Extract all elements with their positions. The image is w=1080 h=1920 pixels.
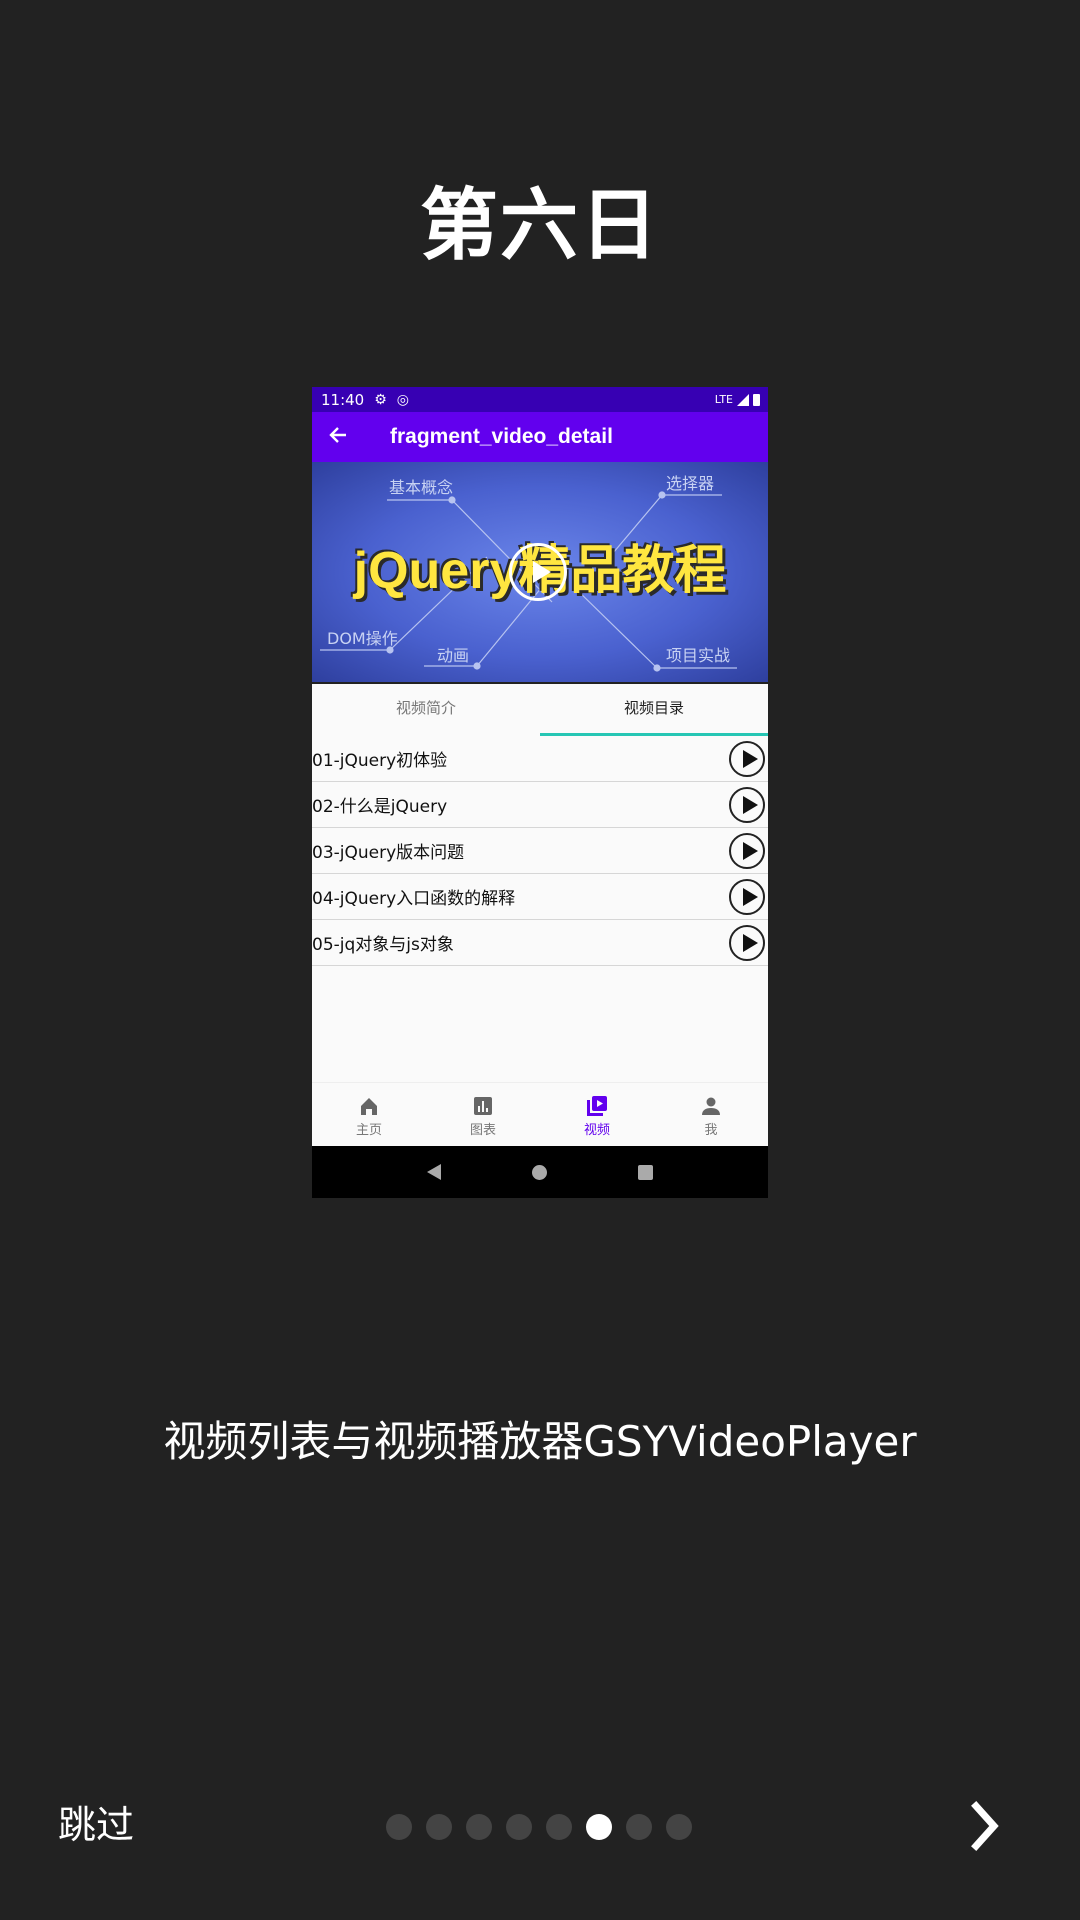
list-item[interactable]: 04-jQuery入口函数的解释 <box>312 874 768 920</box>
nav-home[interactable]: 主页 <box>312 1083 426 1147</box>
mindmap-label: 基本概念 <box>389 478 454 497</box>
page-title: 第六日 <box>419 181 660 271</box>
chevron-right-icon <box>971 1801 999 1851</box>
nav-me[interactable]: 我 <box>654 1083 768 1147</box>
page-dot[interactable] <box>466 1814 492 1840</box>
mindmap-label: 选择器 <box>666 474 715 493</box>
list-item-title: 01-jQuery初体验 <box>312 751 448 771</box>
app-screenshot: 11:40 ⚙ ◎ LTE fragment_video_detail 基本概念… <box>312 387 768 1198</box>
recents-icon[interactable] <box>637 1164 653 1180</box>
battery-icon <box>753 393 760 406</box>
play-icon[interactable] <box>729 832 765 869</box>
nav-label: 我 <box>704 1123 718 1138</box>
page-dot[interactable] <box>666 1814 692 1840</box>
mindmap-label: 项目实战 <box>666 646 731 665</box>
list-item[interactable]: 05-jq对象与js对象 <box>312 920 768 966</box>
tab-intro[interactable]: 视频简介 <box>312 684 540 736</box>
bottom-navigation: 主页 图表 视频 我 <box>312 1082 768 1147</box>
system-navigation-bar <box>312 1146 768 1198</box>
list-item[interactable]: 03-jQuery版本问题 <box>312 828 768 874</box>
page-dot[interactable] <box>626 1814 652 1840</box>
list-item-title: 02-什么是jQuery <box>312 797 448 817</box>
arrow-back-icon[interactable] <box>328 423 368 451</box>
nav-label: 图表 <box>469 1123 496 1138</box>
list-item-title: 04-jQuery入口函数的解释 <box>312 889 516 909</box>
page-subtitle: 视频列表与视频播放器GSYVideoPlayer <box>163 1417 917 1466</box>
list-item[interactable]: 01-jQuery初体验 <box>312 736 768 782</box>
app-bar-title: fragment_video_detail <box>390 425 613 448</box>
video-list: 01-jQuery初体验 02-什么是jQuery 03-jQuery版本问题 … <box>312 736 768 966</box>
play-icon[interactable] <box>729 878 765 915</box>
next-button[interactable] <box>966 1800 1006 1852</box>
page-dot-active[interactable] <box>586 1814 612 1840</box>
list-item-title: 03-jQuery版本问题 <box>312 843 465 863</box>
tab-catalog[interactable]: 视频目录 <box>540 684 768 736</box>
page-dot[interactable] <box>386 1814 412 1840</box>
status-bar: 11:40 ⚙ ◎ LTE <box>312 387 768 412</box>
video-library-icon <box>587 1096 607 1116</box>
page-dot[interactable] <box>426 1814 452 1840</box>
list-item-title: 05-jq对象与js对象 <box>312 935 454 955</box>
back-icon[interactable] <box>427 1164 442 1180</box>
mindmap-label: DOM操作 <box>327 629 398 648</box>
home-button-icon[interactable] <box>531 1164 547 1180</box>
play-icon[interactable] <box>729 924 765 961</box>
person-icon <box>702 1097 720 1115</box>
nav-video[interactable]: 视频 <box>540 1083 654 1147</box>
status-right: LTE <box>715 393 760 406</box>
video-player[interactable]: 基本概念 选择器 DOM操作 动画 项目实战 jQuery精品教程 <box>312 462 768 682</box>
status-time: 11:40 <box>321 390 365 409</box>
mindmap-label: 动画 <box>437 646 470 665</box>
page-dot[interactable] <box>506 1814 532 1840</box>
sync-icon: ◎ <box>396 391 410 408</box>
app-bar: fragment_video_detail <box>312 412 768 462</box>
page-indicator <box>386 1814 692 1840</box>
nav-label: 主页 <box>355 1123 382 1138</box>
chart-icon <box>474 1097 492 1115</box>
play-icon[interactable] <box>509 543 567 601</box>
page-dot[interactable] <box>546 1814 572 1840</box>
play-icon[interactable] <box>729 740 765 777</box>
network-label: LTE <box>714 393 733 406</box>
signal-icon <box>737 393 749 406</box>
play-icon[interactable] <box>729 786 765 823</box>
list-item[interactable]: 02-什么是jQuery <box>312 782 768 828</box>
home-icon <box>361 1098 377 1115</box>
settings-icon: ⚙ <box>374 391 387 408</box>
tab-bar: 视频简介 视频目录 <box>312 682 768 736</box>
nav-label: 视频 <box>583 1123 610 1138</box>
skip-button[interactable]: 跳过 <box>58 1800 134 1850</box>
nav-chart[interactable]: 图表 <box>426 1083 540 1147</box>
